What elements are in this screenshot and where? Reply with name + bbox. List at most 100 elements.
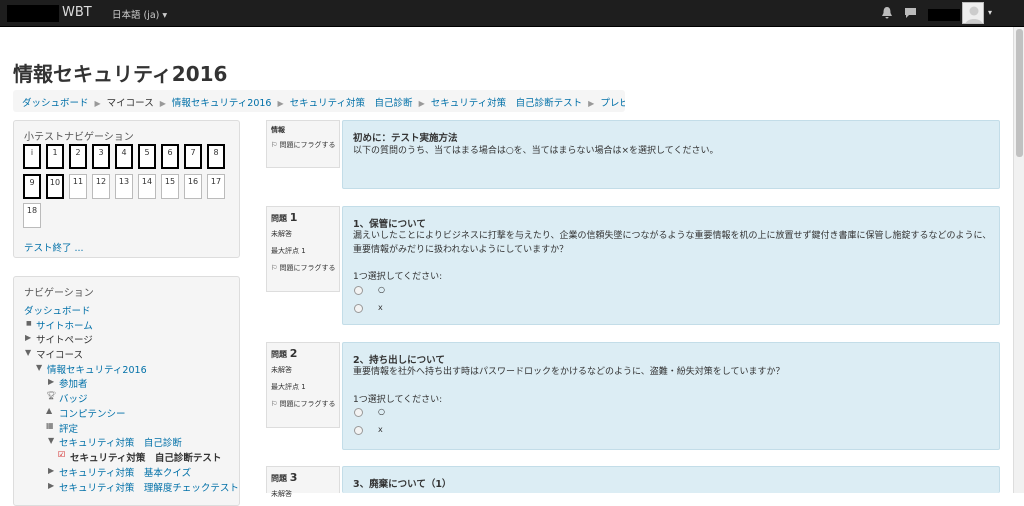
breadcrumb-quiz[interactable]: セキュリティ対策 自己診断テスト (431, 98, 582, 109)
breadcrumb-separator-icon: ▶ (94, 99, 101, 108)
expand-arrow-icon[interactable]: ▶ (48, 377, 54, 386)
site-logo-redacted[interactable] (7, 5, 59, 22)
expand-arrow-icon[interactable]: ▶ (48, 481, 54, 490)
question-max-mark: 最大評点 1 (271, 383, 306, 391)
quiz-nav-button[interactable]: 16 (184, 174, 202, 199)
nav-current-quiz[interactable]: セキュリティ対策 自己診断テスト (70, 450, 221, 464)
answer-option-label[interactable]: x (378, 425, 383, 434)
nav-dashboard[interactable]: ダッシュボード (24, 303, 91, 317)
nav-participants[interactable]: 参加者 (59, 376, 88, 390)
trophy-icon: 🏆︎ (46, 391, 57, 400)
quiz-nav-button[interactable]: 1 (46, 144, 64, 169)
nav-section-check-test[interactable]: セキュリティ対策 理解度チェックテスト (59, 480, 239, 494)
flag-label: 問題にフラグする (279, 141, 336, 149)
flag-icon: ⚐ (271, 141, 278, 149)
answer-option-label[interactable]: ○ (378, 407, 385, 416)
quiz-nav-button[interactable]: i (23, 144, 41, 169)
intro-heading: 初めに：テスト実施方法 (353, 133, 458, 144)
user-silhouette-icon (965, 6, 983, 23)
nav-grades[interactable]: 評定 (59, 421, 78, 435)
quiz-nav-button[interactable]: 10 (46, 174, 64, 199)
question-content: 3、廃棄について（1） (342, 466, 1000, 493)
flag-icon: ⚐ (271, 264, 278, 272)
quiz-navigation-block: 小テストナビゲーション i 1 2 3 4 5 6 7 8 9 10 11 12… (13, 120, 240, 258)
answer-option-label[interactable]: ○ (378, 285, 385, 294)
question-label: 問題 (271, 474, 287, 483)
quiz-nav-button[interactable]: 4 (115, 144, 133, 169)
quiz-nav-button[interactable]: 8 (207, 144, 225, 169)
quiz-navigation-title: 小テストナビゲーション (24, 132, 134, 143)
language-menu[interactable]: 日本語 (ja) ▾ (112, 7, 167, 21)
question-status: 未解答 (271, 366, 292, 374)
flag-icon: ⚐ (271, 400, 278, 408)
nav-section-self-diagnosis[interactable]: セキュリティ対策 自己診断 (59, 435, 182, 449)
collapse-arrow-icon[interactable]: ▼ (48, 436, 54, 445)
messages-icon[interactable] (905, 8, 916, 18)
flag-question-link[interactable]: ⚐ 問題にフラグする (271, 263, 339, 274)
breadcrumb-section[interactable]: セキュリティ対策 自己診断 (290, 98, 413, 109)
question-heading: 3、廃棄について（1） (353, 479, 452, 490)
site-brand[interactable]: WBT (62, 5, 92, 20)
breadcrumb-separator-icon: ▶ (159, 99, 166, 108)
user-avatar[interactable] (962, 2, 984, 24)
quiz-nav-button[interactable]: 14 (138, 174, 156, 199)
quiz-nav-button[interactable]: 5 (138, 144, 156, 169)
question-number: 問題 1 (271, 211, 297, 224)
question-number-value: 3 (289, 471, 298, 484)
answer-radio[interactable] (354, 426, 363, 435)
question-number-value: 2 (289, 347, 298, 360)
flag-label: 問題にフラグする (279, 400, 336, 408)
collapse-arrow-icon[interactable]: ▼ (36, 363, 42, 372)
page-scrollbar[interactable] (1013, 27, 1024, 493)
question-number-value: 1 (289, 211, 298, 224)
nav-site-home[interactable]: サイトホーム (36, 318, 93, 332)
nav-site-pages[interactable]: サイトページ (36, 332, 93, 346)
navigation-title: ナビゲーション (24, 288, 94, 299)
nav-course[interactable]: 情報セキュリティ2016 (47, 362, 147, 376)
user-name-redacted[interactable] (928, 9, 960, 21)
breadcrumb-course[interactable]: 情報セキュリティ2016 (172, 98, 272, 109)
notification-bell-icon[interactable] (882, 7, 892, 19)
nav-section-basic-quiz[interactable]: セキュリティ対策 基本クイズ (59, 465, 191, 479)
collapse-arrow-icon[interactable]: ▼ (25, 348, 31, 357)
breadcrumb-separator-icon: ▶ (588, 99, 595, 108)
flag-label: 問題にフラグする (279, 264, 336, 272)
quiz-nav-button[interactable]: 6 (161, 144, 179, 169)
quiz-nav-button[interactable]: 17 (207, 174, 225, 199)
user-menu-caret-icon[interactable]: ▾ (988, 8, 992, 17)
quiz-nav-button[interactable]: 11 (69, 174, 87, 199)
scrollbar-thumb[interactable] (1016, 29, 1023, 157)
answer-radio[interactable] (354, 408, 363, 417)
answer-radio[interactable] (354, 304, 363, 313)
quiz-nav-button[interactable]: 7 (184, 144, 202, 169)
nav-competencies[interactable]: コンピテンシー (59, 406, 126, 420)
answer-radio[interactable] (354, 286, 363, 295)
navigation-block: ナビゲーション ダッシュボード ■ サイトホーム ▶ サイトページ ▼ マイコー… (13, 276, 240, 506)
question-status: 未解答 (271, 490, 292, 498)
page-title: 情報セキュリティ2016 (13, 62, 228, 86)
flag-question-link[interactable]: ⚐ 問題にフラグする (271, 399, 339, 410)
quiz-nav-button[interactable]: 13 (115, 174, 133, 199)
intro-text: 以下の質問のうち、当てはまる場合は○を、当てはまらない場合は×を選択してください… (353, 146, 719, 156)
answer-option-label[interactable]: x (378, 303, 383, 312)
question-info-panel: 問題 2 未解答 最大評点 1 ⚐ 問題にフラグする (266, 342, 340, 428)
nav-my-courses[interactable]: マイコース (36, 347, 83, 361)
quiz-nav-button[interactable]: 12 (92, 174, 110, 199)
breadcrumb-preview[interactable]: プレビュー (600, 98, 625, 109)
expand-arrow-icon[interactable]: ▶ (25, 333, 31, 342)
breadcrumb-separator-icon: ▶ (418, 99, 425, 108)
breadcrumb-dashboard[interactable]: ダッシュボード (22, 98, 89, 109)
nav-badges[interactable]: バッジ (59, 391, 88, 405)
quiz-nav-button[interactable]: 9 (23, 174, 41, 199)
finish-attempt-link[interactable]: テスト終了 ... (24, 240, 84, 254)
flag-question-link[interactable]: ⚐ 問題にフラグする (271, 140, 339, 151)
quiz-icon: ☑ (58, 450, 66, 459)
quiz-nav-button[interactable]: 3 (92, 144, 110, 169)
quiz-nav-button[interactable]: 2 (69, 144, 87, 169)
question-text: 重要情報を社外へ持ち出す時はパスワードロックをかけるなどのように、盗難・紛失対策… (353, 367, 785, 377)
question-max-mark: 最大評点 1 (271, 247, 306, 255)
expand-arrow-icon[interactable]: ▶ (48, 466, 54, 475)
quiz-nav-button[interactable]: 18 (23, 203, 41, 228)
quiz-nav-button[interactable]: 15 (161, 174, 179, 199)
select-prompt: 1つ選択してください: (353, 395, 443, 405)
